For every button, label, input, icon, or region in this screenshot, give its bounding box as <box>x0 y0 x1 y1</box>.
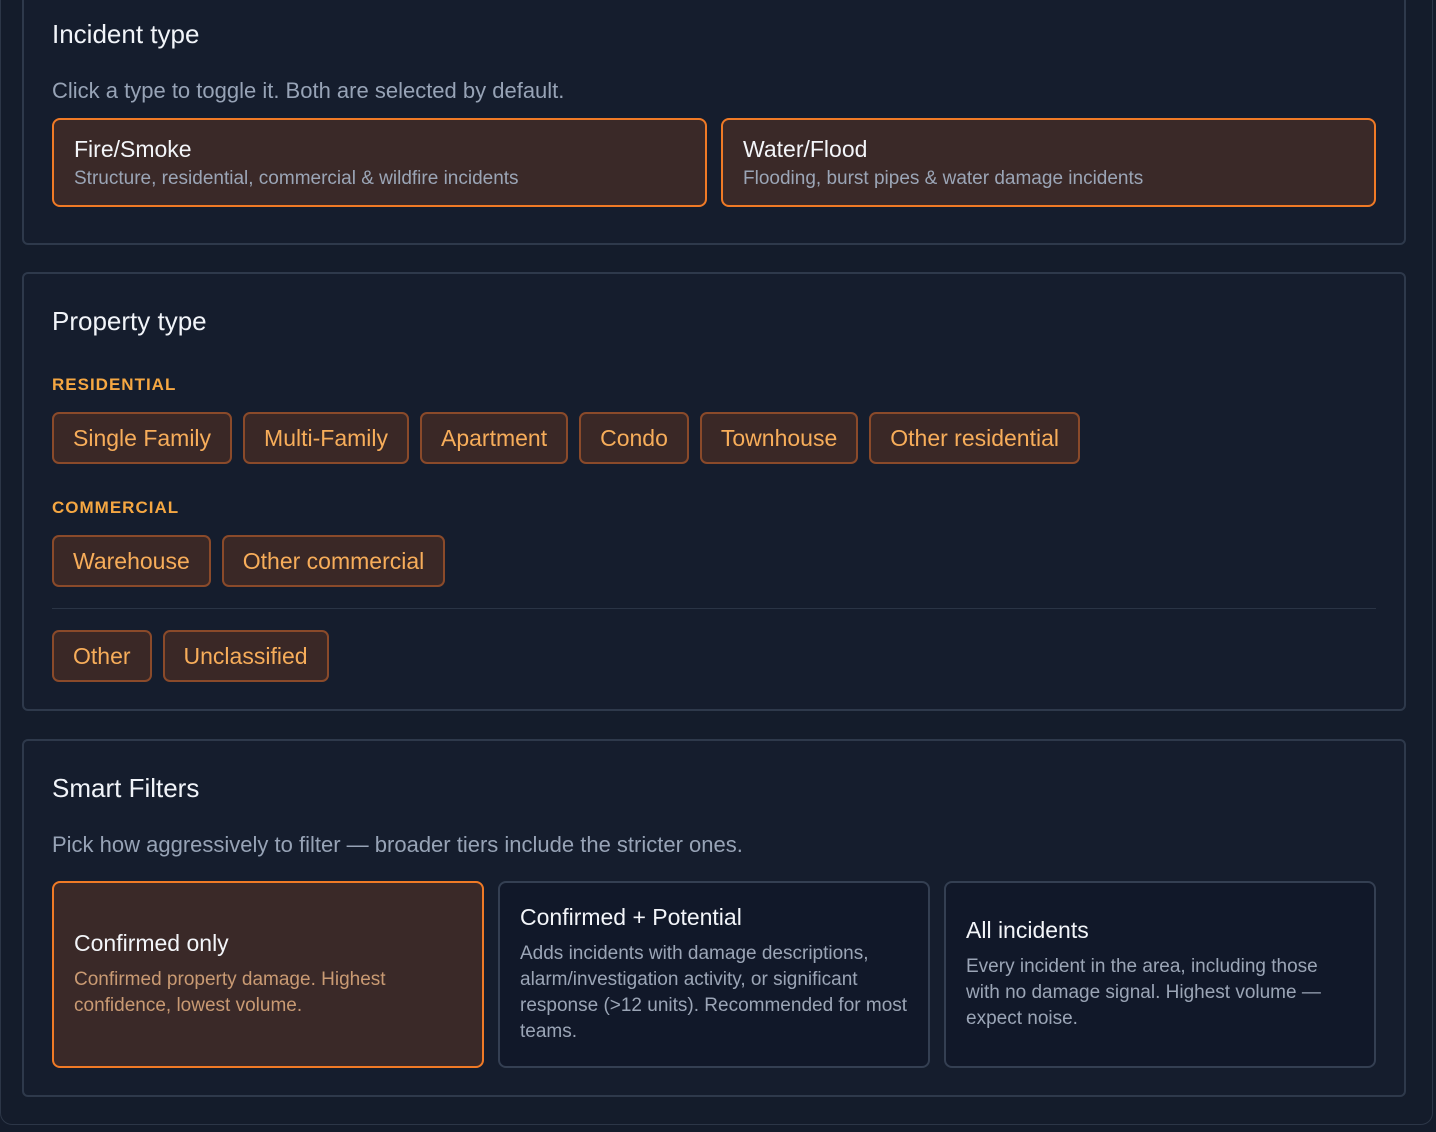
smart-filters-panel: Smart Filters Pick how aggressively to f… <box>22 739 1406 1097</box>
tier-title: All incidents <box>966 917 1089 943</box>
card-title: Water/Flood <box>743 136 868 162</box>
divider <box>52 608 1376 609</box>
chip-other-residential[interactable]: Other residential <box>869 412 1080 464</box>
chip-warehouse[interactable]: Warehouse <box>52 535 211 587</box>
incident-type-fire-smoke[interactable]: Fire/Smoke Structure, residential, comme… <box>52 118 707 207</box>
property-type-title: Property type <box>52 306 207 336</box>
incident-type-hint: Click a type to toggle it. Both are sele… <box>52 78 565 103</box>
commercial-group-label: COMMERCIAL <box>52 498 180 517</box>
commercial-chip-row: Warehouse Other commercial <box>52 535 446 587</box>
tier-confirmed-only[interactable]: Confirmed only Confirmed property damage… <box>52 881 484 1068</box>
tier-title: Confirmed only <box>74 930 229 956</box>
tier-description: Every incident in the area, including th… <box>966 956 1321 1029</box>
chip-single-family[interactable]: Single Family <box>52 412 233 464</box>
incident-type-panel: Incident type Click a type to toggle it.… <box>22 0 1406 245</box>
chip-townhouse[interactable]: Townhouse <box>699 412 859 464</box>
incident-type-title: Incident type <box>52 19 200 49</box>
tier-description: Confirmed property damage. Highest confi… <box>74 969 386 1016</box>
smart-filters-hint: Pick how aggressively to filter — broade… <box>52 832 743 857</box>
chip-apartment[interactable]: Apartment <box>420 412 569 464</box>
card-description: Flooding, burst pipes & water damage inc… <box>743 168 1144 189</box>
other-chip-row: Other Unclassified <box>52 630 329 682</box>
residential-chip-row: Single Family Multi-Family Apartment Con… <box>52 412 1080 464</box>
chip-other[interactable]: Other <box>52 630 152 682</box>
tier-all-incidents[interactable]: All incidents Every incident in the area… <box>944 881 1376 1068</box>
chip-condo[interactable]: Condo <box>579 412 689 464</box>
tier-title: Confirmed + Potential <box>520 904 742 930</box>
chip-unclassified[interactable]: Unclassified <box>162 630 329 682</box>
card-description: Structure, residential, commercial & wil… <box>74 168 519 189</box>
card-title: Fire/Smoke <box>74 136 192 162</box>
tier-description: Adds incidents with damage descriptions,… <box>520 943 908 1042</box>
chip-other-commercial[interactable]: Other commercial <box>221 535 446 587</box>
residential-group-label: RESIDENTIAL <box>52 375 177 394</box>
chip-multi-family[interactable]: Multi-Family <box>243 412 409 464</box>
property-type-panel: Property type RESIDENTIAL Single Family … <box>22 272 1406 711</box>
smart-filters-title: Smart Filters <box>52 773 200 803</box>
incident-type-water-flood[interactable]: Water/Flood Flooding, burst pipes & wate… <box>721 118 1376 207</box>
tier-confirmed-potential[interactable]: Confirmed + Potential Adds incidents wit… <box>498 881 930 1068</box>
